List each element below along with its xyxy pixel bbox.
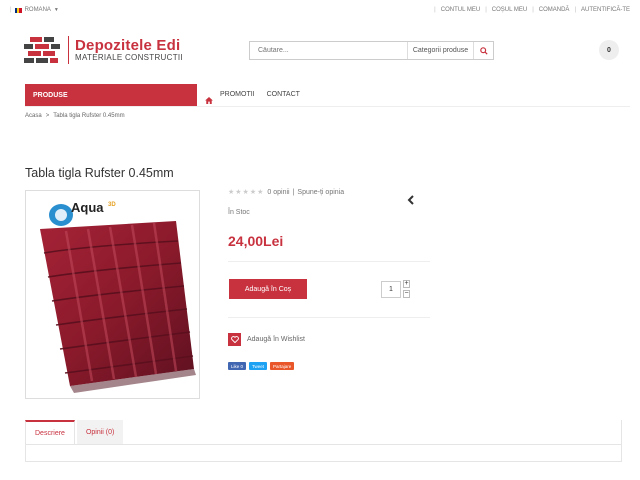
main-nav: PROMOTII CONTACT xyxy=(220,91,300,98)
breadcrumb-current: Tabla tigla Rufster 0.45mm xyxy=(53,113,125,119)
quantity-input[interactable]: 1 xyxy=(381,281,401,298)
search-icon xyxy=(479,46,488,55)
login-link[interactable]: AUTENTIFICĂ-TE xyxy=(581,7,630,13)
quantity-increase-button[interactable]: + xyxy=(403,280,410,288)
quantity-decrease-button[interactable]: − xyxy=(403,290,410,298)
breadcrumb-home[interactable]: Acasa xyxy=(25,113,42,119)
write-review-link[interactable]: Spune-ți opinia xyxy=(297,189,344,196)
stock-status: În Stoc xyxy=(228,209,250,216)
logo-divider xyxy=(68,36,69,64)
category-dropdown[interactable]: Categorii produse xyxy=(407,42,473,59)
nav-promotii[interactable]: PROMOTII xyxy=(220,91,255,98)
reviews-count-link[interactable]: 0 opinii xyxy=(267,189,289,196)
logo-subtitle: MATERIALE CONSTRUCTII xyxy=(75,52,183,62)
heart-icon xyxy=(228,333,241,346)
tab-description[interactable]: Descriere xyxy=(25,420,75,444)
logo-text: Depozitele Edi MATERIALE CONSTRUCTII xyxy=(75,38,183,63)
language-selector[interactable]: | ROMANA ▼ xyxy=(10,7,59,13)
divider: | xyxy=(10,7,12,13)
checkout-link[interactable]: COMANDĂ xyxy=(539,7,570,13)
rating-stars-icon: ★★★★★ xyxy=(228,189,265,196)
top-bar: | ROMANA ▼ | CONTUL MEU | COȘUL MEU | CO… xyxy=(0,0,640,20)
aqua-3d-brand-logo: Aqua 3D xyxy=(49,200,116,226)
rating-row: ★★★★★ 0 opinii | Spune-ți opinia xyxy=(228,188,344,197)
product-price: 24,00Lei xyxy=(228,233,284,249)
social-share-buttons: Like 0 Tweet Partajare xyxy=(228,362,295,370)
romania-flag-icon xyxy=(14,7,22,13)
svg-text:Aqua: Aqua xyxy=(71,200,104,215)
wishlist-label: Adaugă în Wishlist xyxy=(247,336,305,343)
home-icon xyxy=(205,97,213,104)
share-button[interactable]: Partajare xyxy=(270,362,295,370)
svg-text:3D: 3D xyxy=(108,202,116,208)
bricks-logo-icon xyxy=(24,37,60,63)
logo-name: Depozitele Edi xyxy=(75,36,181,54)
site-logo[interactable]: Depozitele Edi MATERIALE CONSTRUCTII xyxy=(24,36,183,64)
tab-reviews[interactable]: Opinii (0) xyxy=(76,420,124,444)
add-to-cart-button[interactable]: Adaugă în Coș xyxy=(229,279,307,299)
facebook-like-button[interactable]: Like 0 xyxy=(228,362,247,370)
rating-separator: | xyxy=(292,188,295,196)
tabs-divider xyxy=(25,444,622,445)
cart-count-badge[interactable]: 0 xyxy=(599,40,619,60)
back-arrow-button[interactable] xyxy=(407,192,415,210)
products-menu-button[interactable]: PRODUSE xyxy=(25,84,197,106)
my-account-link[interactable]: CONTUL MEU xyxy=(441,7,480,13)
product-title: Tabla tigla Rufster 0.45mm xyxy=(25,166,174,180)
search-input[interactable] xyxy=(250,42,407,59)
chevron-down-icon: ▼ xyxy=(53,7,59,13)
language-label: ROMANA xyxy=(24,7,51,13)
search-button[interactable] xyxy=(473,42,493,59)
search-bar: Categorii produse xyxy=(249,41,494,60)
divider xyxy=(228,261,430,262)
my-cart-link[interactable]: COȘUL MEU xyxy=(492,7,527,13)
wishlist-button[interactable]: Adaugă în Wishlist xyxy=(228,333,305,346)
chevron-left-icon xyxy=(407,195,414,205)
tweet-button[interactable]: Tweet xyxy=(249,362,268,370)
product-tabs: Descriere Opinii (0) xyxy=(25,420,124,444)
breadcrumb-separator: > xyxy=(45,113,50,119)
product-image[interactable]: Aqua 3D xyxy=(25,190,200,399)
divider xyxy=(25,106,630,107)
divider xyxy=(228,317,430,318)
breadcrumb: Acasa > Tabla tigla Rufster 0.45mm xyxy=(25,113,125,119)
nav-contact[interactable]: CONTACT xyxy=(267,91,300,98)
roof-tile-image: Aqua 3D xyxy=(40,200,196,393)
account-links: | CONTUL MEU | COȘUL MEU | COMANDĂ | AUT… xyxy=(434,7,630,13)
